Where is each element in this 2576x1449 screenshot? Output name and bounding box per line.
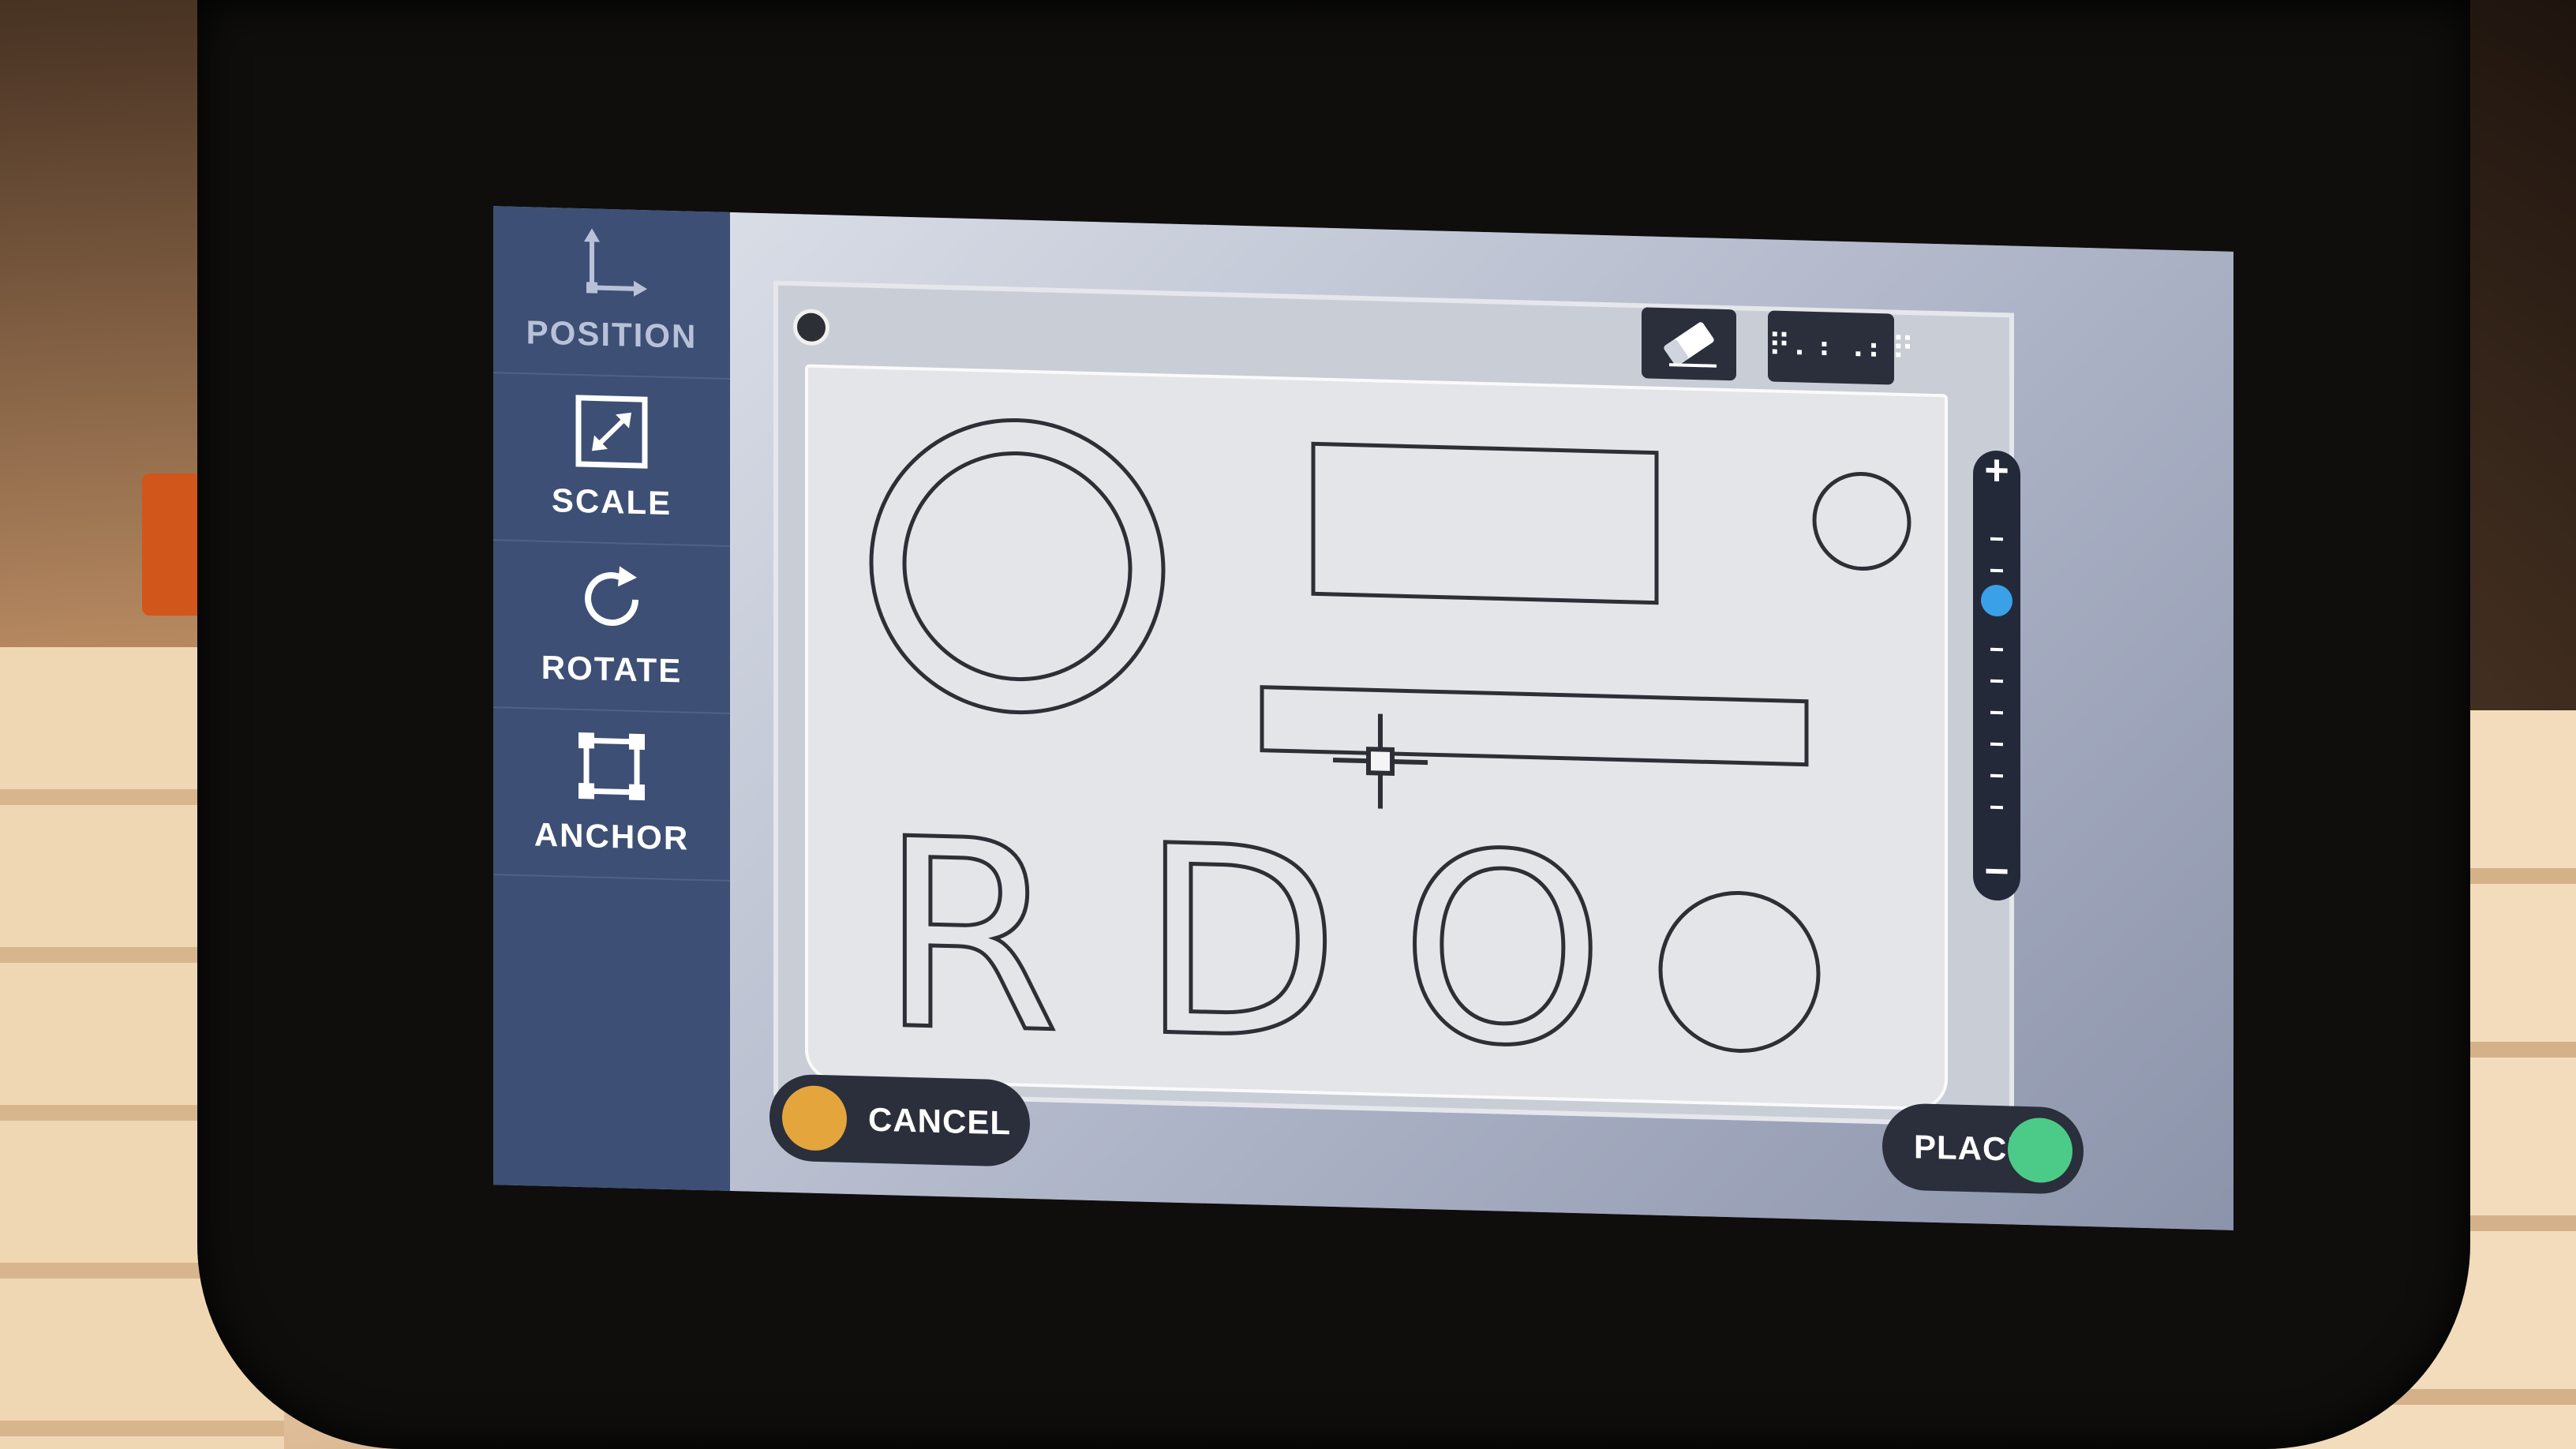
tool-rotate-label: ROTATE xyxy=(541,648,683,690)
tool-anchor[interactable]: ANCHOR xyxy=(493,708,730,882)
tool-scale[interactable]: SCALE xyxy=(493,373,730,547)
tool-rotate[interactable]: ROTATE xyxy=(493,541,730,714)
tool-anchor-label: ANCHOR xyxy=(534,815,690,857)
touch-screen: POSITION SCALE ROTATE ANCHOR R D O ⠟⠄⠆⠠⠆… xyxy=(493,206,2233,1230)
zoom-tick xyxy=(1990,742,2003,747)
camera-workspace[interactable]: R D O ⠟⠄⠆⠠⠆⠟ + − CANCEL PLACE xyxy=(730,212,2233,1230)
zoom-out-button[interactable]: − xyxy=(1973,846,2020,897)
anchor-crosshair xyxy=(1333,713,1428,809)
material-sheet[interactable]: R D O xyxy=(805,364,1948,1111)
place-button[interactable]: PLACE xyxy=(1882,1103,2084,1195)
zoom-handle[interactable] xyxy=(1981,584,2012,617)
cancel-indicator-dot xyxy=(782,1084,847,1151)
bed-corner-marker xyxy=(793,309,829,346)
zoom-tick xyxy=(1990,773,2003,778)
eraser-icon xyxy=(1664,322,1717,368)
zoom-tick xyxy=(1990,710,2003,715)
tool-position[interactable]: POSITION xyxy=(493,206,730,380)
braille-button[interactable]: ⠟⠄⠆⠠⠆⠟ xyxy=(1768,310,1916,385)
zoom-slider[interactable]: + − xyxy=(1973,447,2020,901)
eraser-button[interactable] xyxy=(1642,307,1736,381)
design-letter-o: O xyxy=(1400,796,1605,1105)
design-letter-d: D xyxy=(1140,790,1340,1099)
design-ring-inner xyxy=(902,451,1133,682)
design-long-bar xyxy=(1260,685,1809,767)
design-rectangle xyxy=(1311,441,1659,605)
zoom-tick xyxy=(1990,537,2003,541)
scale-icon xyxy=(575,395,648,469)
tool-position-label: POSITION xyxy=(526,313,698,355)
tool-scale-label: SCALE xyxy=(551,481,672,522)
anchor-icon xyxy=(578,732,645,801)
zoom-tick xyxy=(1990,679,2003,683)
design-letter-r: R xyxy=(879,783,1060,1091)
tool-sidebar: POSITION SCALE ROTATE ANCHOR xyxy=(493,206,730,1191)
position-icon xyxy=(584,228,647,297)
design-preview[interactable]: R D O xyxy=(808,368,1945,1108)
design-ring-outer xyxy=(869,417,1166,715)
design-large-circle xyxy=(1658,890,1821,1054)
design-small-circle xyxy=(1812,472,1911,571)
cancel-button[interactable]: CANCEL xyxy=(769,1073,1030,1167)
zoom-in-button[interactable]: + xyxy=(1973,445,2020,496)
rotate-icon xyxy=(585,566,638,627)
zoom-tick xyxy=(1990,647,2003,652)
zoom-tick xyxy=(1990,568,2003,573)
place-indicator-dot xyxy=(2008,1117,2072,1184)
zoom-tick xyxy=(1990,805,2003,810)
cancel-label: CANCEL xyxy=(868,1100,1011,1142)
